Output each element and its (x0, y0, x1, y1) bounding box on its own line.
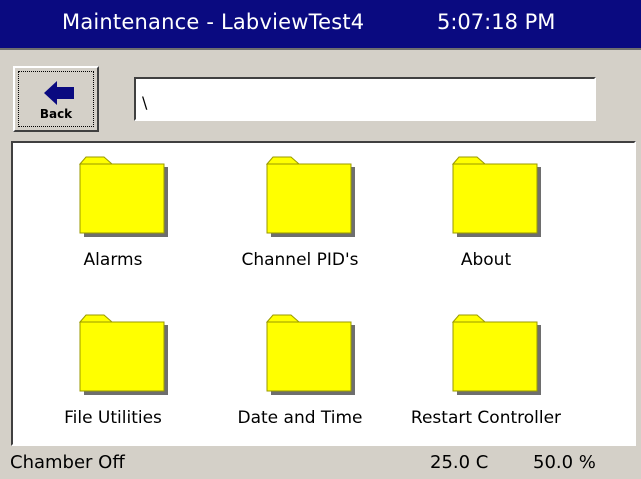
left-arrow-icon (44, 81, 74, 105)
folder-file-utilities[interactable]: File Utilities (33, 313, 193, 443)
folder-alarms[interactable]: Alarms (33, 155, 193, 285)
folder-icon (451, 314, 541, 395)
folder-icon (265, 156, 355, 237)
folder-icon (78, 314, 168, 395)
back-button[interactable]: Back (13, 66, 99, 132)
path-input[interactable] (134, 77, 596, 121)
status-bar: Chamber Off 25.0 C 50.0 % (0, 448, 641, 479)
folder-icon (265, 314, 355, 395)
folder-about[interactable]: About (406, 155, 566, 285)
chamber-status: Chamber Off (10, 452, 125, 473)
window-title: Maintenance - LabviewTest4 (62, 10, 365, 34)
folder-label: Alarms (83, 250, 143, 270)
folder-label: About (460, 250, 512, 270)
folder-restart-controller[interactable]: Restart Controller (406, 313, 566, 443)
temperature-readout: 25.0 C (430, 452, 489, 473)
folder-channel-pids[interactable]: Channel PID's (220, 155, 380, 285)
folder-browser: Alarms Channel PID's About File Utilitie… (11, 141, 636, 446)
back-button-label: Back (39, 107, 73, 121)
humidity-readout: 50.0 % (533, 452, 596, 473)
folder-icon (78, 156, 168, 237)
toolbar: Back (0, 50, 641, 142)
folder-label: Restart Controller (410, 408, 562, 428)
folder-label: Channel PID's (241, 250, 359, 270)
clock: 5:07:18 PM (437, 10, 556, 34)
folder-icon (451, 156, 541, 237)
folder-date-and-time[interactable]: Date and Time (220, 313, 380, 443)
folder-label: File Utilities (64, 408, 162, 428)
title-bar: Maintenance - LabviewTest4 5:07:18 PM (0, 0, 641, 50)
folder-label: Date and Time (237, 408, 363, 428)
